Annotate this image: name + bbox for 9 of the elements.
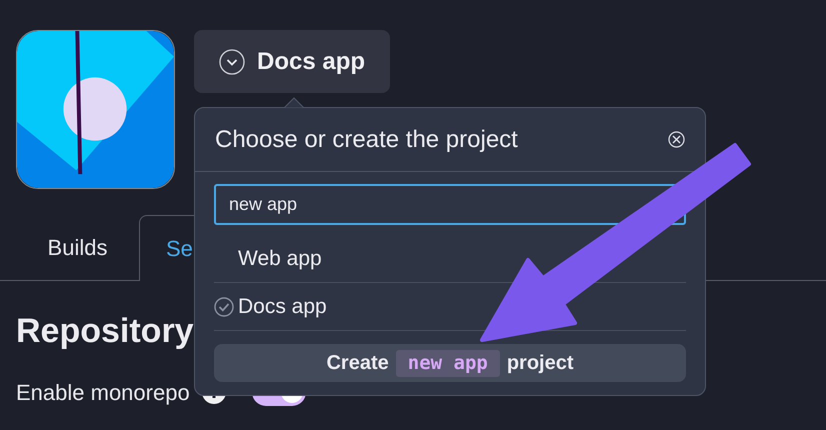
project-dropdown-button[interactable]: Docs app <box>194 30 390 93</box>
search-field[interactable]: new app <box>214 184 686 225</box>
create-project-button[interactable]: Create new app project <box>214 344 686 382</box>
chevron-down-icon <box>219 48 245 74</box>
setting-label: Enable monorepo <box>16 378 190 407</box>
close-icon[interactable] <box>668 131 685 148</box>
popover-title: Choose or create the project <box>215 124 518 154</box>
section-heading: Repository <box>16 311 194 351</box>
tab[interactable]: Builds <box>16 215 139 280</box>
